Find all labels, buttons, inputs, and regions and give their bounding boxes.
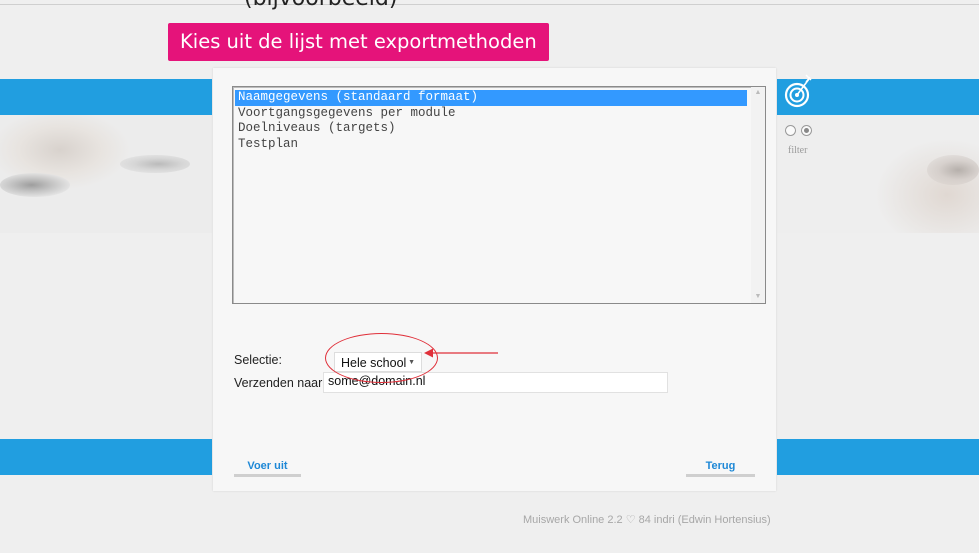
selection-label: Selectie: [234, 353, 282, 367]
export-method-list[interactable]: Naamgegevens (standaard formaat) Voortgan… [232, 86, 766, 304]
background-face-image-left [0, 115, 212, 233]
cut-off-heading: (bijvoorbeeld) [244, 0, 397, 11]
selection-value: Hele school [341, 356, 407, 370]
list-item[interactable]: Doelniveaus (targets) [235, 121, 747, 137]
filter-radio-on[interactable] [801, 125, 812, 136]
run-button[interactable]: Voer uit [234, 460, 301, 477]
filter-label: filter [788, 145, 808, 156]
list-item[interactable]: Voortgangsgegevens per module [235, 106, 747, 122]
filter-radio-off[interactable] [785, 125, 796, 136]
dropdown-arrow-icon: ▼ [408, 359, 415, 366]
export-panel: Naamgegevens (standaard formaat) Voortgan… [213, 68, 776, 491]
target-icon[interactable] [784, 73, 814, 109]
email-field[interactable]: some@domain.nl [323, 372, 668, 393]
list-scrollbar[interactable]: ▲ ▼ [751, 87, 765, 303]
header-band-left [0, 79, 212, 115]
top-divider [0, 4, 979, 5]
page-title: Kies uit de lijst met exportmethoden [168, 23, 549, 61]
list-item[interactable]: Naamgegevens (standaard formaat) [235, 90, 747, 106]
scroll-down-arrow-icon[interactable]: ▼ [751, 291, 765, 303]
list-item[interactable]: Testplan [235, 137, 747, 153]
back-button[interactable]: Terug [686, 460, 755, 477]
footer-band-left [0, 439, 212, 475]
send-to-label: Verzenden naar: [234, 376, 326, 390]
footer-band-right [777, 439, 979, 475]
selection-dropdown[interactable]: Hele school ▼ [334, 352, 422, 372]
footer-status: Muiswerk Online 2.2 ♡ 84 indri (Edwin Ho… [523, 514, 771, 526]
scroll-up-arrow-icon[interactable]: ▲ [751, 87, 765, 99]
